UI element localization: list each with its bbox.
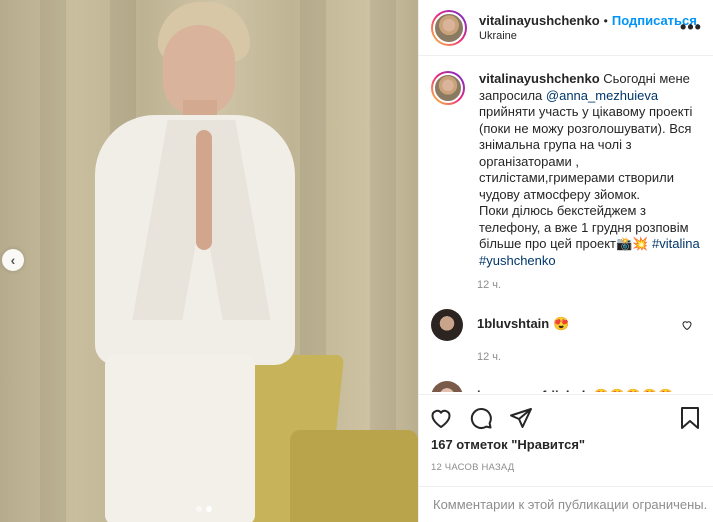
post-location[interactable]: Ukraine (479, 30, 679, 42)
heart-icon[interactable] (681, 319, 693, 331)
post-caption: vitalinayushchenko Сьогодні мене запроси… (431, 71, 701, 269)
post-header: vitalinayushchenko • Подписаться Ukraine… (419, 0, 713, 56)
post-photo[interactable]: ‹ (0, 0, 418, 522)
commenter-username[interactable]: 1bluvshtain (477, 316, 549, 331)
bookmark-icon (681, 407, 699, 429)
comments-restricted-notice: Комментарии к этой публикации ограничены… (419, 486, 713, 522)
more-options-icon[interactable]: ••• (679, 17, 703, 38)
post-timestamp[interactable]: 12 часов назад (429, 462, 703, 473)
comment-item: 1bluvshtain 😍 (431, 309, 701, 341)
neckline (196, 130, 212, 250)
likes-count[interactable]: 167 отметок "Нравится" (429, 437, 703, 452)
hashtag-link[interactable]: #vitalina (652, 236, 700, 251)
chevron-left-icon: ‹ (10, 252, 16, 268)
post-actions: 167 отметок "Нравится" 12 часов назад (419, 394, 713, 473)
post-side-panel: vitalinayushchenko • Подписаться Ukraine… (418, 0, 713, 522)
caption-avatar[interactable] (431, 71, 465, 105)
author-info: vitalinayushchenko • Подписаться Ukraine (479, 13, 697, 42)
comment-content: 😍 (553, 316, 570, 331)
comment-button[interactable] (469, 401, 509, 435)
caption-time[interactable]: 12 ч. (477, 279, 701, 291)
carousel-dot-active (206, 506, 212, 512)
chair-seat (290, 430, 418, 522)
comment-item: ivannaonufriichuk😍😍😍😍😍😍 (431, 381, 701, 392)
caption-username[interactable]: vitalinayushchenko (479, 71, 600, 86)
heart-icon[interactable] (681, 391, 693, 392)
separator-dot: • (603, 13, 608, 28)
comment-text: ivannaonufriichuk😍😍😍😍😍😍 (477, 381, 677, 392)
hashtag-link[interactable]: #yushchenko (479, 253, 556, 268)
heart-icon (431, 409, 451, 429)
paper-plane-icon (510, 408, 532, 428)
previous-photo-button[interactable]: ‹ (2, 249, 24, 271)
white-pants (105, 355, 255, 522)
like-button[interactable] (429, 401, 469, 435)
caption-text-part: прийняти участь у цікавому проекті (поки… (479, 104, 693, 202)
curtain-fold (40, 0, 66, 522)
avatar-image (433, 73, 463, 103)
speech-bubble-icon (470, 408, 492, 429)
avatar-image (433, 11, 465, 44)
share-button[interactable] (509, 401, 549, 435)
comment-time[interactable]: 12 ч. (477, 351, 701, 363)
carousel-dots (196, 506, 212, 512)
author-avatar[interactable] (431, 9, 467, 46)
save-button[interactable] (679, 401, 703, 435)
carousel-dot (196, 506, 202, 512)
action-icons (429, 401, 703, 435)
commenter-username[interactable]: ivannaonufriichuk (477, 388, 589, 392)
comments-section[interactable]: vitalinayushchenko Сьогодні мене запроси… (419, 57, 713, 392)
commenter-avatar[interactable] (431, 309, 463, 341)
mention-link[interactable]: @anna_mezhuieva (546, 88, 658, 103)
commenter-avatar[interactable] (431, 381, 463, 392)
author-username[interactable]: vitalinayushchenko (479, 13, 600, 28)
caption-text: vitalinayushchenko Сьогодні мене запроси… (479, 71, 701, 269)
comment-text: 1bluvshtain 😍 (477, 309, 677, 333)
